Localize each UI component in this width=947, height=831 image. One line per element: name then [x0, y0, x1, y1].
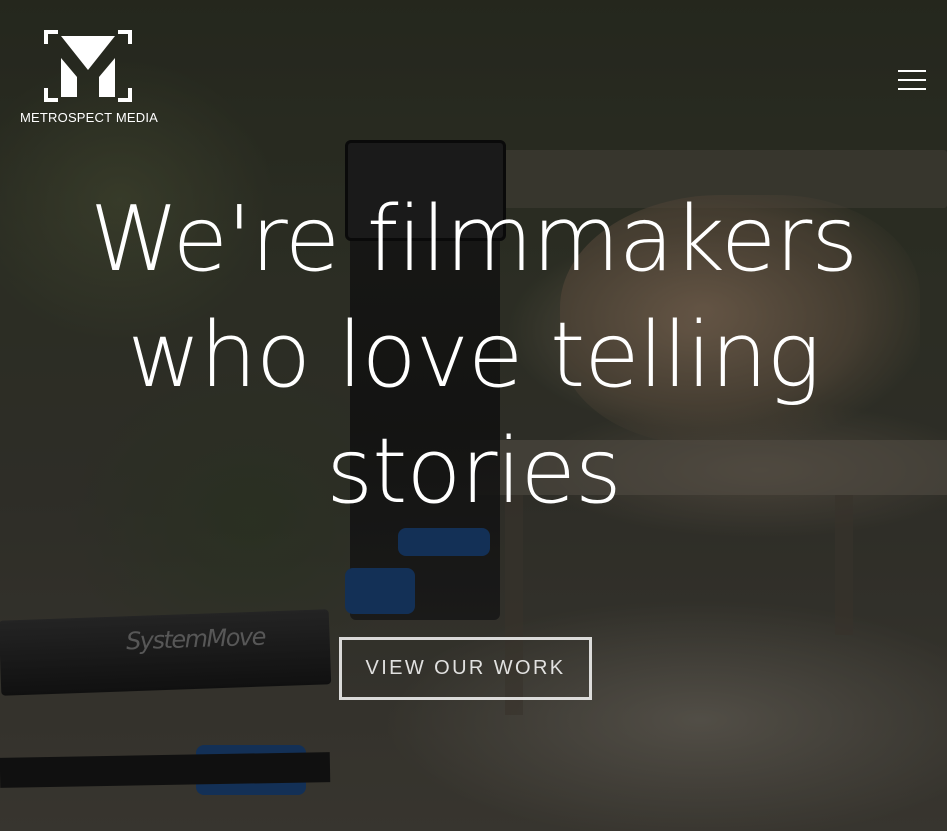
- headline-line-2: who love telling: [127, 303, 820, 408]
- view-our-work-button[interactable]: VIEW OUR WORK: [339, 637, 592, 700]
- headline-line-1: We're filmmakers: [89, 187, 858, 292]
- site-logo[interactable]: METROSPECT MEDIA: [20, 30, 160, 130]
- hamburger-menu-icon[interactable]: [898, 68, 926, 92]
- hero-headline: We're filmmakers who love telling storie…: [60, 182, 887, 530]
- logo-wordmark: METROSPECT MEDIA: [20, 110, 159, 125]
- cta-label: VIEW OUR WORK: [365, 657, 566, 679]
- headline-line-3: stories: [326, 419, 622, 524]
- metrospect-m-logo-icon: [44, 30, 132, 102]
